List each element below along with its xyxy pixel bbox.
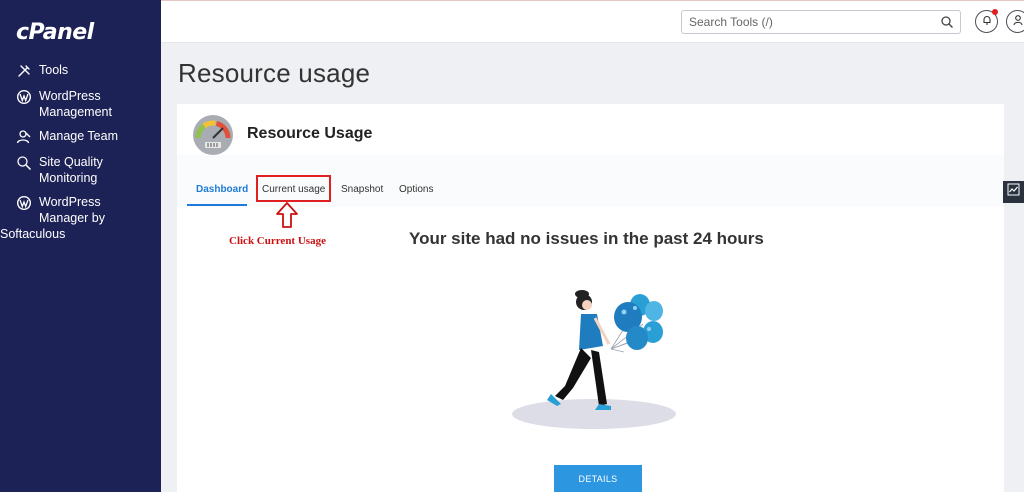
notification-dot [992, 9, 998, 15]
team-icon [15, 128, 33, 146]
sidebar-item-wordpress-management[interactable]: WordPress Management [0, 88, 161, 120]
card-header: Resource Usage [177, 104, 1004, 155]
gauge-icon [192, 114, 234, 156]
resource-usage-card: Resource Usage Dashboard Current usage S… [177, 104, 1004, 492]
sidebar-item-label: Monitoring [39, 171, 98, 185]
sidebar-item-label: Site Quality [39, 155, 103, 169]
tools-icon [15, 62, 33, 80]
up-arrow-icon [276, 202, 298, 228]
active-tab-indicator [187, 204, 247, 206]
sidebar-item-label: WordPress [39, 89, 101, 103]
search-box [681, 10, 961, 34]
sidebar-item-label: WordPress [39, 195, 101, 209]
tab-options[interactable]: Options [399, 184, 433, 195]
sidebar: cPanel Tools WordPress Management Manage… [0, 0, 161, 492]
woman-with-balloons-illustration [507, 274, 687, 434]
user-menu-button[interactable] [1006, 10, 1024, 33]
page-title: Resource usage [178, 58, 371, 88]
sidebar-item-label: Tools [39, 63, 69, 77]
chart-icon [1007, 183, 1020, 201]
sidebar-item-manage-team[interactable]: Manage Team [0, 128, 161, 146]
wordpress-icon [15, 88, 33, 106]
annotation-highlight-box [256, 175, 331, 202]
top-bar [161, 0, 1024, 43]
side-chart-widget[interactable] [1003, 181, 1024, 203]
user-icon [1012, 13, 1024, 31]
sidebar-item-wordpress-softaculous[interactable]: WordPress Manager by Softaculous [0, 194, 161, 242]
sidebar-item-label: Softaculous [0, 227, 66, 241]
bell-icon [981, 13, 993, 31]
sidebar-item-label: Manager by [39, 211, 106, 225]
card-title: Resource Usage [247, 125, 373, 142]
annotation-text: Click Current Usage [229, 235, 326, 247]
sidebar-item-label: Management [39, 105, 112, 119]
status-headline: Your site had no issues in the past 24 h… [409, 229, 764, 248]
sidebar-item-tools[interactable]: Tools [0, 62, 161, 80]
search-input[interactable] [682, 11, 922, 33]
cpanel-logo[interactable]: cPanel [16, 20, 94, 45]
wordpress-icon [15, 194, 33, 212]
sidebar-item-label: Manage Team [39, 129, 118, 143]
notifications-button[interactable] [975, 9, 998, 33]
sidebar-item-site-quality[interactable]: Site Quality Monitoring [0, 154, 161, 186]
tab-snapshot[interactable]: Snapshot [341, 184, 383, 195]
tab-dashboard[interactable]: Dashboard [196, 184, 248, 195]
magnifier-icon [15, 154, 33, 172]
details-button[interactable]: DETAILS [554, 465, 642, 492]
sidebar-nav: Tools WordPress Management Manage Team S… [0, 62, 161, 250]
search-icon[interactable] [940, 15, 954, 29]
